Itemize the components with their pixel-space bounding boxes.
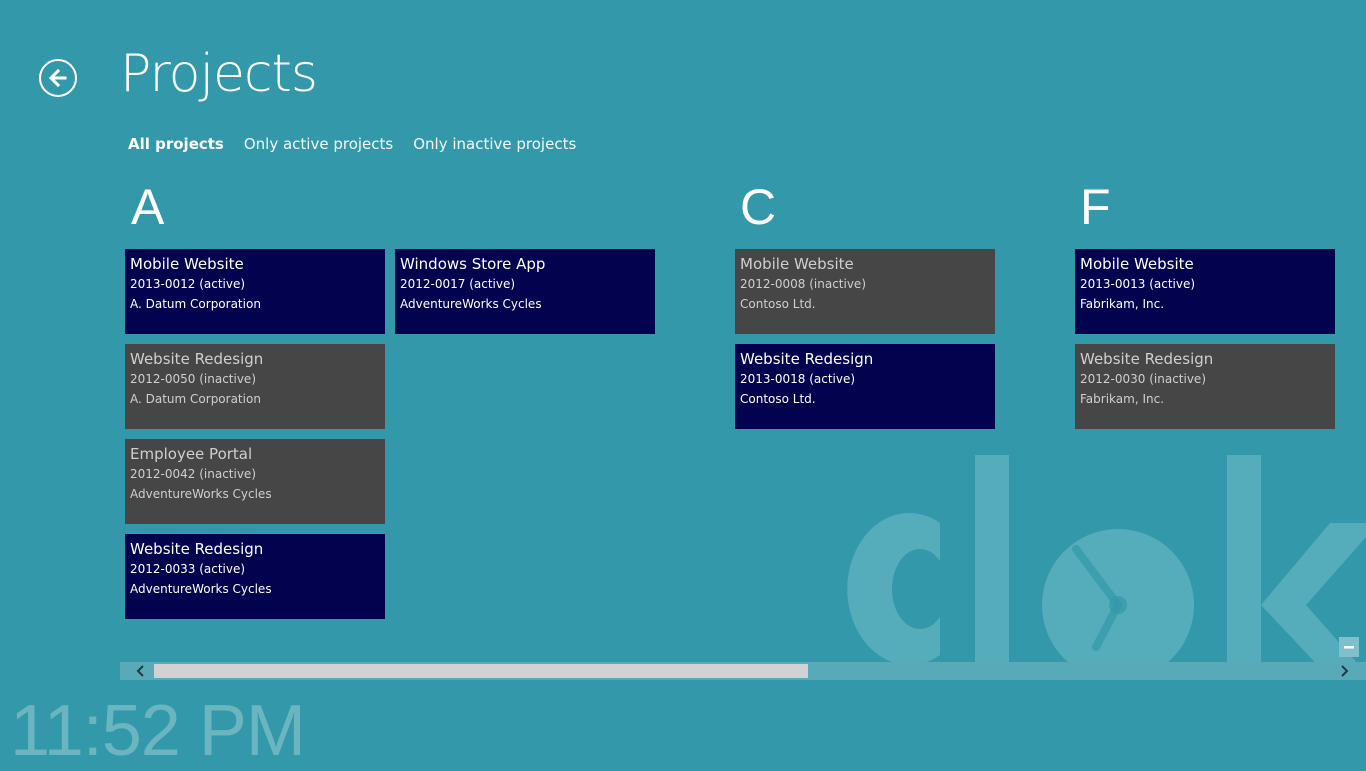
project-tile[interactable]: Windows Store App 2012-0017 (active) Adv… <box>395 249 655 334</box>
chevron-right-icon <box>1341 665 1349 677</box>
group-header-f[interactable]: F <box>1080 182 1111 232</box>
project-tile[interactable]: Employee Portal 2012-0042 (inactive) Adv… <box>125 439 385 524</box>
clock-display: 11:52 PM <box>10 691 306 771</box>
project-number: 2012-0017 (active) <box>400 277 516 291</box>
project-client: Contoso Ltd. <box>740 297 816 311</box>
group-header-a[interactable]: A <box>131 182 164 232</box>
project-client: Fabrikam, Inc. <box>1080 297 1165 311</box>
clok-watermark-logo <box>847 455 1366 675</box>
page-title: Projects <box>120 44 318 104</box>
semantic-zoom-button[interactable] <box>1339 637 1359 657</box>
filter-all-projects[interactable]: All projects <box>128 135 224 153</box>
project-tile[interactable]: Website Redesign 2012-0033 (active) Adve… <box>125 534 385 619</box>
project-number: 2012-0030 (inactive) <box>1080 372 1206 386</box>
project-tile[interactable]: Website Redesign 2012-0030 (inactive) Fa… <box>1075 344 1335 429</box>
project-number: 2012-0033 (active) <box>130 562 246 576</box>
project-tile[interactable]: Website Redesign 2013-0018 (active) Cont… <box>735 344 995 429</box>
project-number: 2012-0050 (inactive) <box>130 372 256 386</box>
project-name: Windows Store App <box>400 255 546 273</box>
project-tile[interactable]: Mobile Website 2013-0013 (active) Fabrik… <box>1075 249 1335 334</box>
chevron-left-icon <box>136 665 144 677</box>
project-client: AdventureWorks Cycles <box>130 487 272 501</box>
scroll-left-button[interactable] <box>131 662 151 680</box>
project-name: Mobile Website <box>1080 255 1194 273</box>
project-client: Contoso Ltd. <box>740 392 816 406</box>
filter-only-active-projects[interactable]: Only active projects <box>244 135 393 153</box>
project-number: 2012-0042 (inactive) <box>130 467 256 481</box>
project-name: Website Redesign <box>740 350 874 368</box>
back-button[interactable] <box>39 59 77 97</box>
project-tile[interactable]: Website Redesign 2012-0050 (inactive) A.… <box>125 344 385 429</box>
project-name: Employee Portal <box>130 445 253 463</box>
project-tile[interactable]: Mobile Website 2013-0012 (active) A. Dat… <box>125 249 385 334</box>
project-number: 2012-0008 (inactive) <box>740 277 866 291</box>
project-number: 2013-0013 (active) <box>1080 277 1196 291</box>
scroll-right-button[interactable] <box>1334 662 1354 680</box>
project-number: 2013-0018 (active) <box>740 372 856 386</box>
project-client: Fabrikam, Inc. <box>1080 392 1165 406</box>
project-client: A. Datum Corporation <box>130 297 261 311</box>
project-name: Mobile Website <box>130 255 244 273</box>
project-number: 2013-0012 (active) <box>130 277 246 291</box>
project-client: AdventureWorks Cycles <box>400 297 542 311</box>
filter-bar: All projects Only active projects Only i… <box>128 135 576 153</box>
filter-only-inactive-projects[interactable]: Only inactive projects <box>413 135 576 153</box>
clock-icon <box>1042 529 1194 675</box>
project-client: AdventureWorks Cycles <box>130 582 272 596</box>
project-tile[interactable]: Mobile Website 2012-0008 (inactive) Cont… <box>735 249 995 334</box>
horizontal-scrollbar[interactable] <box>120 662 1366 680</box>
project-name: Website Redesign <box>130 350 264 368</box>
minus-icon <box>1344 646 1354 649</box>
scrollbar-thumb[interactable] <box>154 664 808 678</box>
project-name: Website Redesign <box>1080 350 1214 368</box>
project-client: A. Datum Corporation <box>130 392 261 406</box>
back-arrow-icon <box>48 68 67 88</box>
project-name: Mobile Website <box>740 255 854 273</box>
group-header-c[interactable]: C <box>740 182 776 232</box>
project-name: Website Redesign <box>130 540 264 558</box>
